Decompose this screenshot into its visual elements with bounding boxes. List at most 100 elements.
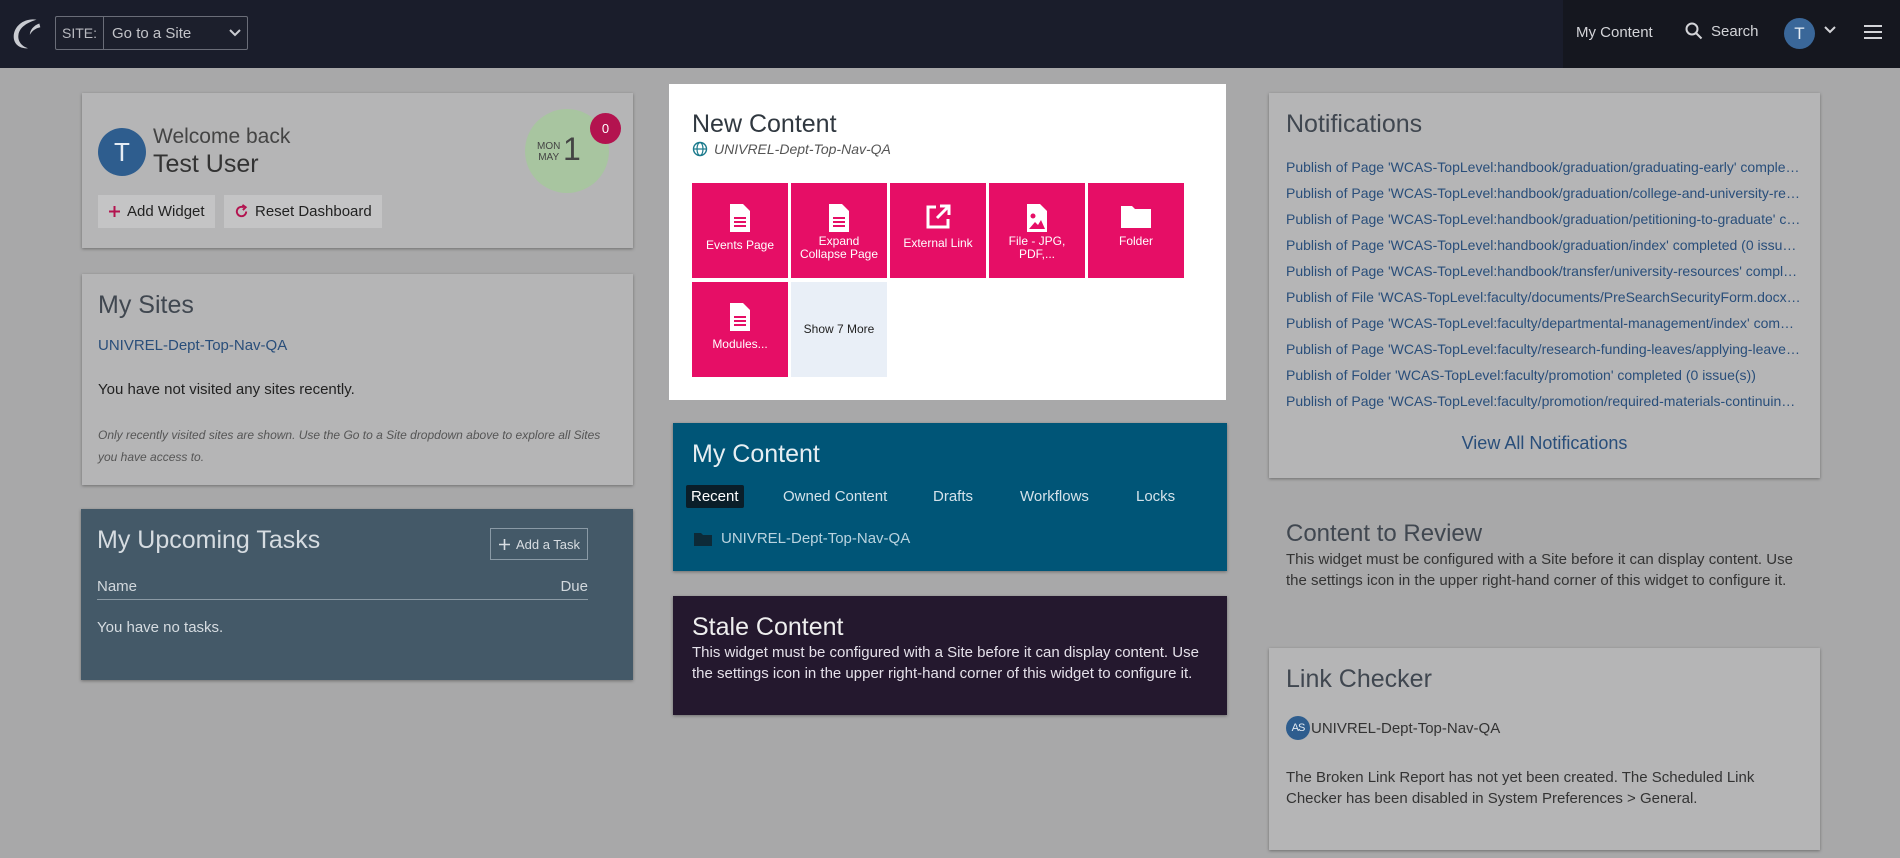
my-content-widget: My Content Recent Owned Content Drafts W… bbox=[673, 423, 1227, 571]
reset-dashboard-label: Reset Dashboard bbox=[255, 203, 372, 220]
view-all-notifications-link[interactable]: View All Notifications bbox=[1269, 433, 1820, 454]
nav-search-button[interactable]: Search bbox=[1685, 22, 1759, 40]
tile-folder[interactable]: Folder bbox=[1088, 183, 1184, 278]
add-task-button[interactable]: Add a Task bbox=[490, 528, 588, 560]
tile-file[interactable]: File - JPG, PDF,... bbox=[989, 183, 1085, 278]
upcoming-tasks-widget: My Upcoming Tasks Add a Task Name Due Yo… bbox=[81, 509, 633, 680]
my-sites-hint: Only recently visited sites are shown. U… bbox=[98, 428, 601, 464]
link-checker-site-label: UNIVREL-Dept-Top-Nav-QA bbox=[1311, 719, 1501, 737]
list-item[interactable]: Publish of File 'WCAS-TopLevel:faculty/d… bbox=[1286, 284, 1801, 310]
tab-drafts[interactable]: Drafts bbox=[933, 488, 973, 505]
tile-expand-collapse-page[interactable]: Expand Collapse Page bbox=[791, 183, 887, 278]
date-day: 1 bbox=[563, 131, 581, 167]
tab-owned-content[interactable]: Owned Content bbox=[783, 488, 887, 505]
date-weekday: MON bbox=[537, 141, 561, 152]
top-navigation-bar: SITE: Go to a Site My Content Search T bbox=[0, 0, 1900, 68]
list-item[interactable]: Publish of Page 'WCAS-TopLevel:handbook/… bbox=[1286, 232, 1801, 258]
page-icon bbox=[829, 204, 849, 232]
tile-modules[interactable]: Modules... bbox=[692, 282, 788, 377]
new-content-title: New Content bbox=[692, 110, 837, 138]
link-checker-site[interactable]: AS UNIVREL-Dept-Top-Nav-QA bbox=[1286, 716, 1500, 740]
date-month: MAY bbox=[538, 152, 560, 163]
tasks-col-name: Name bbox=[97, 578, 138, 595]
notifications-widget: Notifications Publish of Page 'WCAS-TopL… bbox=[1269, 93, 1820, 478]
new-content-widget: New Content UNIVREL-Dept-Top-Nav-QA Even… bbox=[669, 84, 1226, 400]
content-to-review-message: This widget must be configured with a Si… bbox=[1286, 551, 1793, 589]
welcome-greeting: Welcome back bbox=[153, 125, 291, 148]
welcome-widget: T Welcome back Test User MON MAY 1 0 Add… bbox=[82, 93, 633, 248]
new-content-site: UNIVREL-Dept-Top-Nav-QA bbox=[692, 141, 891, 157]
plus-icon bbox=[109, 206, 120, 217]
my-sites-widget: My Sites UNIVREL-Dept-Top-Nav-QA You hav… bbox=[82, 274, 633, 485]
list-item[interactable]: Publish of Page 'WCAS-TopLevel:handbook/… bbox=[1286, 206, 1801, 232]
site-select-dropdown[interactable]: SITE: Go to a Site bbox=[55, 16, 248, 50]
list-item[interactable]: Publish of Page 'WCAS-TopLevel:handbook/… bbox=[1286, 258, 1801, 284]
show-more-button[interactable]: Show 7 More bbox=[791, 282, 887, 377]
content-to-review-title: Content to Review bbox=[1286, 520, 1483, 547]
list-item[interactable]: Publish of Page 'WCAS-TopLevel:faculty/p… bbox=[1286, 388, 1801, 414]
my-sites-not-visited: You have not visited any sites recently. bbox=[98, 381, 355, 398]
tab-locks[interactable]: Locks bbox=[1136, 488, 1175, 505]
site-select-label: SITE: bbox=[56, 17, 105, 49]
link-checker-title: Link Checker bbox=[1286, 665, 1432, 693]
link-checker-widget: Link Checker AS UNIVREL-Dept-Top-Nav-QA … bbox=[1269, 648, 1820, 850]
new-content-site-label: UNIVREL-Dept-Top-Nav-QA bbox=[714, 141, 891, 157]
list-item-label: UNIVREL-Dept-Top-Nav-QA bbox=[721, 530, 911, 547]
notifications-list: Publish of Page 'WCAS-TopLevel:handbook/… bbox=[1286, 154, 1801, 414]
plus-icon bbox=[498, 538, 510, 550]
tab-recent[interactable]: Recent bbox=[686, 485, 744, 508]
tile-expand-label-2: Collapse Page bbox=[799, 247, 879, 261]
add-task-label: Add a Task bbox=[515, 536, 581, 552]
tile-file-label-2: PDF,... bbox=[1018, 247, 1055, 261]
tab-workflows[interactable]: Workflows bbox=[1020, 488, 1089, 505]
tile-modules-label: Modules... bbox=[712, 337, 768, 351]
tasks-title: My Upcoming Tasks bbox=[97, 526, 321, 554]
notifications-title: Notifications bbox=[1286, 110, 1423, 138]
list-item[interactable]: Publish of Page 'WCAS-TopLevel:faculty/d… bbox=[1286, 310, 1801, 336]
tile-events-label: Events Page bbox=[705, 238, 775, 252]
tasks-col-due: Due bbox=[560, 578, 588, 595]
my-sites-site-link[interactable]: UNIVREL-Dept-Top-Nav-QA bbox=[98, 337, 287, 354]
chevron-down-icon[interactable] bbox=[1823, 25, 1837, 35]
date-weekday-month: MON MAY bbox=[537, 141, 560, 163]
hamburger-menu-icon[interactable] bbox=[1863, 23, 1883, 41]
list-item[interactable]: Publish of Page 'WCAS-TopLevel:handbook/… bbox=[1286, 154, 1801, 180]
tile-events-page[interactable]: Events Page bbox=[692, 183, 788, 278]
reset-dashboard-button[interactable]: Reset Dashboard bbox=[224, 195, 382, 228]
notification-count-badge[interactable]: 0 bbox=[590, 113, 621, 144]
chevron-down-icon bbox=[223, 28, 247, 38]
list-item[interactable]: Publish of Page 'WCAS-TopLevel:faculty/r… bbox=[1286, 336, 1801, 362]
tile-external-label: External Link bbox=[903, 236, 973, 250]
list-item[interactable]: Publish of Page 'WCAS-TopLevel:handbook/… bbox=[1286, 180, 1801, 206]
cascade-logo-icon[interactable] bbox=[8, 14, 46, 52]
show-more-label: Show 7 More bbox=[803, 322, 875, 336]
stale-content-message: This widget must be configured with a Si… bbox=[692, 644, 1199, 682]
image-file-icon bbox=[1027, 204, 1047, 232]
tasks-empty-message: You have no tasks. bbox=[97, 619, 224, 636]
my-content-title: My Content bbox=[692, 440, 820, 468]
search-icon bbox=[1685, 22, 1703, 40]
tasks-table-header: Name Due bbox=[97, 578, 588, 600]
my-sites-title: My Sites bbox=[98, 291, 194, 319]
tile-external-link[interactable]: External Link bbox=[890, 183, 986, 278]
avatar: T bbox=[98, 128, 146, 176]
external-link-icon bbox=[926, 204, 951, 229]
refresh-icon bbox=[235, 204, 248, 218]
page-icon bbox=[730, 303, 750, 331]
user-avatar[interactable]: T bbox=[1784, 18, 1815, 49]
folder-icon bbox=[1121, 206, 1151, 228]
list-item[interactable]: UNIVREL-Dept-Top-Nav-QA bbox=[693, 530, 910, 547]
nav-my-content-link[interactable]: My Content bbox=[1576, 24, 1653, 41]
tile-folder-label: Folder bbox=[1118, 234, 1153, 248]
site-select-value: Go to a Site bbox=[112, 24, 192, 42]
link-checker-message: The Broken Link Report has not yet been … bbox=[1286, 769, 1755, 807]
welcome-user-name: Test User bbox=[153, 150, 259, 178]
stale-content-title: Stale Content bbox=[692, 613, 844, 641]
add-widget-label: Add Widget bbox=[127, 203, 205, 220]
avatar: AS bbox=[1286, 716, 1310, 740]
add-widget-button[interactable]: Add Widget bbox=[98, 195, 215, 228]
globe-icon bbox=[692, 141, 708, 157]
list-item[interactable]: Publish of Folder 'WCAS-TopLevel:faculty… bbox=[1286, 362, 1801, 388]
stale-content-widget: Stale Content This widget must be config… bbox=[673, 596, 1227, 715]
folder-icon bbox=[694, 532, 712, 546]
